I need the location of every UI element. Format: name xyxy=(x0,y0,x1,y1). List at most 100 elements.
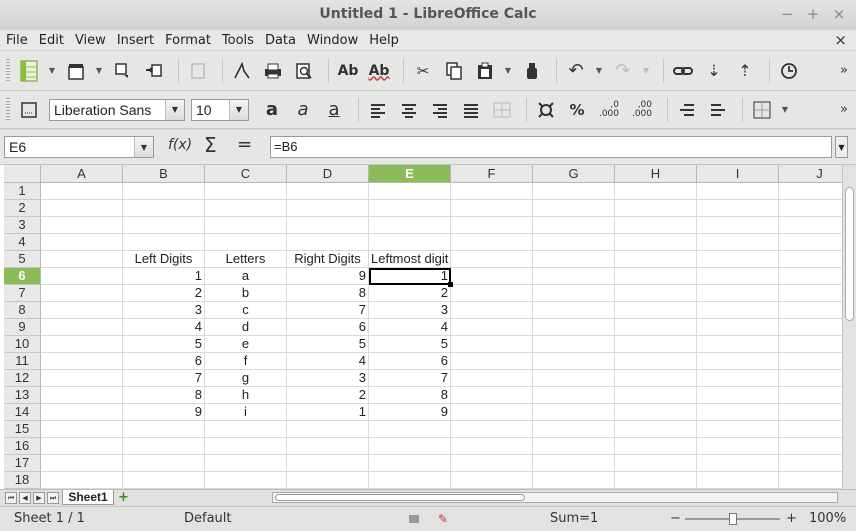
column-header-f[interactable]: F xyxy=(451,165,533,183)
save-icon[interactable] xyxy=(141,58,167,84)
column-header-b[interactable]: B xyxy=(123,165,205,183)
cell-d7[interactable]: 8 xyxy=(287,285,369,302)
row-header-6[interactable]: 6 xyxy=(4,268,41,285)
new-spreadsheet-icon[interactable] xyxy=(16,58,42,84)
cell-b9[interactable]: 4 xyxy=(123,319,205,336)
cell-g14[interactable] xyxy=(533,404,615,421)
cell-i5[interactable] xyxy=(697,251,779,268)
row-header-1[interactable]: 1 xyxy=(4,183,41,200)
next-sheet-button[interactable]: ▶ xyxy=(33,492,45,504)
chevron-down-icon[interactable]: ▼ xyxy=(641,66,651,75)
add-sheet-button[interactable]: + xyxy=(118,491,129,504)
cell-h16[interactable] xyxy=(615,438,697,455)
cell-b8[interactable]: 3 xyxy=(123,302,205,319)
open-icon[interactable] xyxy=(110,58,136,84)
cell-g10[interactable] xyxy=(533,336,615,353)
cell-c6[interactable]: a xyxy=(205,268,287,285)
cell-a13[interactable] xyxy=(41,387,123,404)
cell-e1[interactable] xyxy=(369,183,451,200)
cell-h18[interactable] xyxy=(615,472,697,489)
cell-h14[interactable] xyxy=(615,404,697,421)
cell-d18[interactable] xyxy=(287,472,369,489)
cell-d10[interactable]: 5 xyxy=(287,336,369,353)
row-header-17[interactable]: 17 xyxy=(4,455,41,472)
cell-a1[interactable] xyxy=(41,183,123,200)
cell-d2[interactable] xyxy=(287,200,369,217)
menu-insert[interactable]: Insert xyxy=(117,33,154,48)
column-header-d[interactable]: D xyxy=(287,165,369,183)
cell-d17[interactable] xyxy=(287,455,369,472)
cell-a3[interactable] xyxy=(41,217,123,234)
name-box[interactable]: E6 ▼ xyxy=(4,136,154,158)
cell-e14[interactable]: 9 xyxy=(369,404,451,421)
cell-b10[interactable]: 5 xyxy=(123,336,205,353)
cell-b11[interactable]: 6 xyxy=(123,353,205,370)
sort-descending-icon[interactable]: ⇣ xyxy=(701,58,727,84)
font-size-value[interactable]: 10 xyxy=(192,102,212,118)
hyperlink-icon[interactable] xyxy=(670,58,696,84)
sum-button[interactable]: Σ xyxy=(204,133,217,157)
cell-i8[interactable] xyxy=(697,302,779,319)
cell-c8[interactable]: c xyxy=(205,302,287,319)
cell-f3[interactable] xyxy=(451,217,533,234)
cell-d12[interactable]: 3 xyxy=(287,370,369,387)
cell-e10[interactable]: 5 xyxy=(369,336,451,353)
cell-i9[interactable] xyxy=(697,319,779,336)
cell-c2[interactable] xyxy=(205,200,287,217)
cell-d9[interactable]: 6 xyxy=(287,319,369,336)
cell-f14[interactable] xyxy=(451,404,533,421)
zoom-in-button[interactable]: + xyxy=(786,511,797,526)
cell-a2[interactable] xyxy=(41,200,123,217)
cell-c10[interactable]: e xyxy=(205,336,287,353)
cell-h4[interactable] xyxy=(615,234,697,251)
zoom-out-button[interactable]: − xyxy=(670,511,681,526)
previous-sheet-button[interactable]: ◀ xyxy=(19,492,31,504)
zoom-slider-handle[interactable] xyxy=(729,513,737,525)
cell-b2[interactable] xyxy=(123,200,205,217)
cell-g1[interactable] xyxy=(533,183,615,200)
function-wizard-button[interactable]: f(x) xyxy=(168,137,192,153)
cell-a12[interactable] xyxy=(41,370,123,387)
cell-h15[interactable] xyxy=(615,421,697,438)
cell-c1[interactable] xyxy=(205,183,287,200)
underline-button[interactable]: a xyxy=(321,97,347,123)
cell-e17[interactable] xyxy=(369,455,451,472)
cell-a10[interactable] xyxy=(41,336,123,353)
sidebar-toggle-icon[interactable] xyxy=(16,97,42,123)
name-box-value[interactable]: E6 xyxy=(5,139,26,155)
row-header-10[interactable]: 10 xyxy=(4,336,41,353)
cell-i15[interactable] xyxy=(697,421,779,438)
cell-c7[interactable]: b xyxy=(205,285,287,302)
toolbar-grip[interactable] xyxy=(6,97,10,122)
toolbar-grip[interactable] xyxy=(6,58,10,83)
cell-g7[interactable] xyxy=(533,285,615,302)
cell-a17[interactable] xyxy=(41,455,123,472)
cell-g17[interactable] xyxy=(533,455,615,472)
zoom-level[interactable]: 100% xyxy=(809,511,846,526)
cell-e16[interactable] xyxy=(369,438,451,455)
minimize-button[interactable]: − xyxy=(780,5,794,23)
menu-file[interactable]: File xyxy=(6,33,28,48)
cell-a18[interactable] xyxy=(41,472,123,489)
cell-d6[interactable]: 9 xyxy=(287,268,369,285)
cell-i1[interactable] xyxy=(697,183,779,200)
cell-h1[interactable] xyxy=(615,183,697,200)
cell-a4[interactable] xyxy=(41,234,123,251)
cell-a11[interactable] xyxy=(41,353,123,370)
add-decimal-button[interactable]: ,0 .000 xyxy=(595,97,623,123)
cell-e9[interactable]: 4 xyxy=(369,319,451,336)
cell-a14[interactable] xyxy=(41,404,123,421)
print-icon[interactable] xyxy=(260,58,286,84)
cell-e2[interactable] xyxy=(369,200,451,217)
cell-b5[interactable]: Left Digits xyxy=(123,251,205,268)
cell-f5[interactable] xyxy=(451,251,533,268)
horizontal-scrollbar[interactable] xyxy=(272,492,838,503)
menu-tools[interactable]: Tools xyxy=(222,33,254,48)
column-header-i[interactable]: I xyxy=(697,165,779,183)
cell-h3[interactable] xyxy=(615,217,697,234)
cell-i11[interactable] xyxy=(697,353,779,370)
cell-b16[interactable] xyxy=(123,438,205,455)
menu-window[interactable]: Window xyxy=(307,33,358,48)
cell-b3[interactable] xyxy=(123,217,205,234)
toolbar-overflow-icon[interactable]: » xyxy=(840,63,848,78)
